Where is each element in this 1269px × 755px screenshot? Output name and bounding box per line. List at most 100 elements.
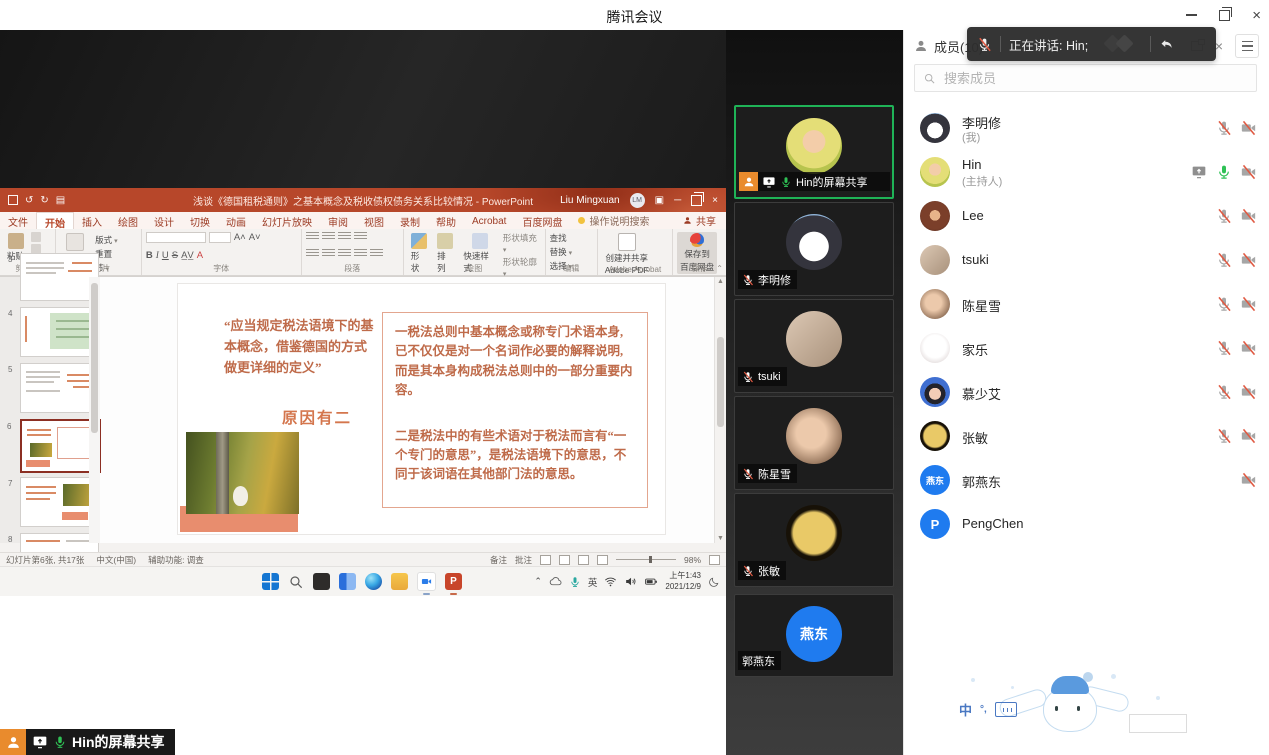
mic-muted-icon[interactable] bbox=[1216, 120, 1232, 136]
tab-transitions[interactable]: 切换 bbox=[182, 212, 218, 229]
zoom-level[interactable]: 98% bbox=[684, 555, 701, 565]
language-indicator[interactable]: 中文(中国) bbox=[96, 554, 136, 566]
tab-draw[interactable]: 绘图 bbox=[110, 212, 146, 229]
onedrive-cloud-icon[interactable] bbox=[549, 575, 562, 588]
start-button[interactable] bbox=[262, 573, 279, 590]
fit-slide-icon[interactable] bbox=[709, 555, 720, 565]
member-row[interactable]: tsuki bbox=[904, 238, 1269, 282]
tab-view[interactable]: 视图 bbox=[356, 212, 392, 229]
bullets-icon[interactable] bbox=[306, 232, 319, 241]
mic-muted-icon[interactable] bbox=[1216, 208, 1232, 224]
slide-thumbnail[interactable]: 5 bbox=[20, 363, 99, 413]
columns-icon[interactable] bbox=[370, 249, 383, 258]
font-color-icon[interactable]: A bbox=[197, 250, 203, 261]
reply-arrow-icon[interactable] bbox=[1159, 37, 1174, 52]
task-view-icon[interactable] bbox=[313, 573, 330, 590]
numbering-icon[interactable] bbox=[322, 232, 335, 241]
ppt-quick-access-toolbar[interactable]: ↺ ↻ ▤ bbox=[8, 195, 65, 206]
video-tile-limingxiu[interactable]: 李明修 bbox=[734, 202, 894, 296]
ppt-user-avatar[interactable]: LM bbox=[630, 193, 645, 208]
member-row[interactable]: 张敏 bbox=[904, 414, 1269, 458]
screen-share-icon[interactable] bbox=[1191, 164, 1207, 180]
bold-button[interactable]: B bbox=[146, 250, 153, 261]
camera-off-icon[interactable] bbox=[1240, 252, 1257, 268]
tab-design[interactable]: 设计 bbox=[146, 212, 182, 229]
restore-button[interactable] bbox=[1219, 10, 1230, 21]
align-right-icon[interactable] bbox=[338, 249, 351, 258]
comments-button[interactable]: 批注 bbox=[515, 554, 532, 566]
align-center-icon[interactable] bbox=[322, 249, 335, 258]
ime-indicator[interactable]: 英 bbox=[588, 575, 598, 589]
member-row[interactable]: 家乐 bbox=[904, 326, 1269, 370]
close-panel-icon[interactable]: × bbox=[1215, 38, 1223, 54]
member-row[interactable]: Lee bbox=[904, 194, 1269, 238]
search-input[interactable] bbox=[942, 70, 1248, 87]
collapse-ribbon-icon[interactable]: ⌃ bbox=[716, 264, 723, 273]
tab-animations[interactable]: 动画 bbox=[218, 212, 254, 229]
member-row[interactable]: 陈星雪 bbox=[904, 282, 1269, 326]
taskbar-clock[interactable]: 上午1:43 2021/12/9 bbox=[665, 571, 701, 592]
mic-muted-icon[interactable] bbox=[1216, 252, 1232, 268]
widgets-icon[interactable] bbox=[339, 573, 356, 590]
redo-icon[interactable]: ↻ bbox=[40, 195, 48, 206]
layout-button[interactable]: 版式 bbox=[95, 234, 117, 246]
thumbnail-scrollbar[interactable] bbox=[89, 277, 100, 543]
zoom-slider[interactable] bbox=[616, 559, 676, 560]
member-row[interactable]: P PengChen bbox=[904, 502, 1269, 546]
ribbon-display-icon[interactable]: ▣ bbox=[655, 195, 664, 206]
member-row[interactable]: 慕少艾 bbox=[904, 370, 1269, 414]
tab-review[interactable]: 审阅 bbox=[320, 212, 356, 229]
ppt-minimize-button[interactable]: ─ bbox=[674, 195, 681, 206]
replace-button[interactable]: 替换 bbox=[550, 246, 572, 258]
minimize-button[interactable] bbox=[1186, 14, 1197, 16]
shape-fill-button[interactable]: 形状填充 bbox=[503, 232, 541, 254]
ime-toolbar[interactable]: 中 °, bbox=[959, 700, 1017, 719]
ppt-close-button[interactable]: × bbox=[712, 195, 718, 206]
slideshow-icon[interactable]: ▤ bbox=[56, 195, 65, 206]
font-name-box[interactable] bbox=[146, 232, 206, 243]
taskbar-search-icon[interactable] bbox=[288, 574, 304, 590]
line-spacing-icon[interactable] bbox=[354, 232, 367, 241]
indent-icon[interactable] bbox=[338, 232, 351, 241]
volume-icon[interactable] bbox=[624, 575, 637, 588]
close-button[interactable]: × bbox=[1252, 8, 1261, 23]
find-button[interactable]: 查找 bbox=[550, 232, 572, 244]
tab-acrobat[interactable]: Acrobat bbox=[464, 212, 514, 229]
undo-icon[interactable]: ↺ bbox=[25, 195, 33, 206]
mic-muted-icon[interactable] bbox=[1216, 340, 1232, 356]
ppt-share-button[interactable]: 共享 bbox=[683, 212, 726, 229]
document-scrollbar[interactable]: ▲▼ bbox=[714, 277, 726, 543]
panel-menu-icon[interactable] bbox=[1235, 34, 1259, 58]
accessibility-status[interactable]: 辅助功能: 调查 bbox=[148, 554, 204, 566]
tab-help[interactable]: 帮助 bbox=[428, 212, 464, 229]
member-row[interactable]: 李明修 (我) bbox=[904, 106, 1269, 150]
tray-mic-icon[interactable] bbox=[569, 576, 581, 588]
edge-browser-icon[interactable] bbox=[365, 573, 382, 590]
video-tile-hin[interactable]: Hin的屏幕共享 bbox=[734, 105, 894, 199]
mic-muted-icon[interactable] bbox=[1216, 384, 1232, 400]
tab-insert[interactable]: 插入 bbox=[74, 212, 110, 229]
mic-muted-icon[interactable] bbox=[1216, 296, 1232, 312]
tab-file[interactable]: 文件 bbox=[0, 212, 36, 229]
tray-chevron-icon[interactable]: ⌃ bbox=[534, 576, 542, 587]
camera-off-icon[interactable] bbox=[1240, 296, 1257, 312]
video-tile-zhangmin[interactable]: 张敏 bbox=[734, 493, 894, 587]
normal-view-icon[interactable] bbox=[540, 555, 551, 565]
slide-thumbnail[interactable]: 3 bbox=[20, 253, 99, 301]
focus-assist-moon-icon[interactable] bbox=[708, 576, 720, 588]
tencent-meeting-taskbar-icon[interactable] bbox=[417, 572, 436, 591]
slideshow-view-icon[interactable] bbox=[597, 555, 608, 565]
wifi-icon[interactable] bbox=[604, 575, 617, 588]
member-search-box[interactable] bbox=[914, 64, 1257, 92]
camera-off-icon[interactable] bbox=[1240, 384, 1257, 400]
mic-muted-icon[interactable] bbox=[1216, 428, 1232, 444]
tab-record[interactable]: 录制 bbox=[392, 212, 428, 229]
ime-chinese-icon[interactable]: 中 bbox=[959, 700, 972, 719]
mic-on-icon[interactable] bbox=[1216, 164, 1232, 180]
save-icon[interactable] bbox=[8, 195, 18, 205]
file-explorer-icon[interactable] bbox=[391, 573, 408, 590]
video-tile-chenxingxue[interactable]: 陈星雪 bbox=[734, 396, 894, 490]
powerpoint-taskbar-icon[interactable]: P bbox=[445, 573, 462, 590]
tab-baidu-netdisk[interactable]: 百度网盘 bbox=[514, 212, 570, 229]
shrink-font-icon[interactable]: A˅ bbox=[249, 232, 261, 243]
